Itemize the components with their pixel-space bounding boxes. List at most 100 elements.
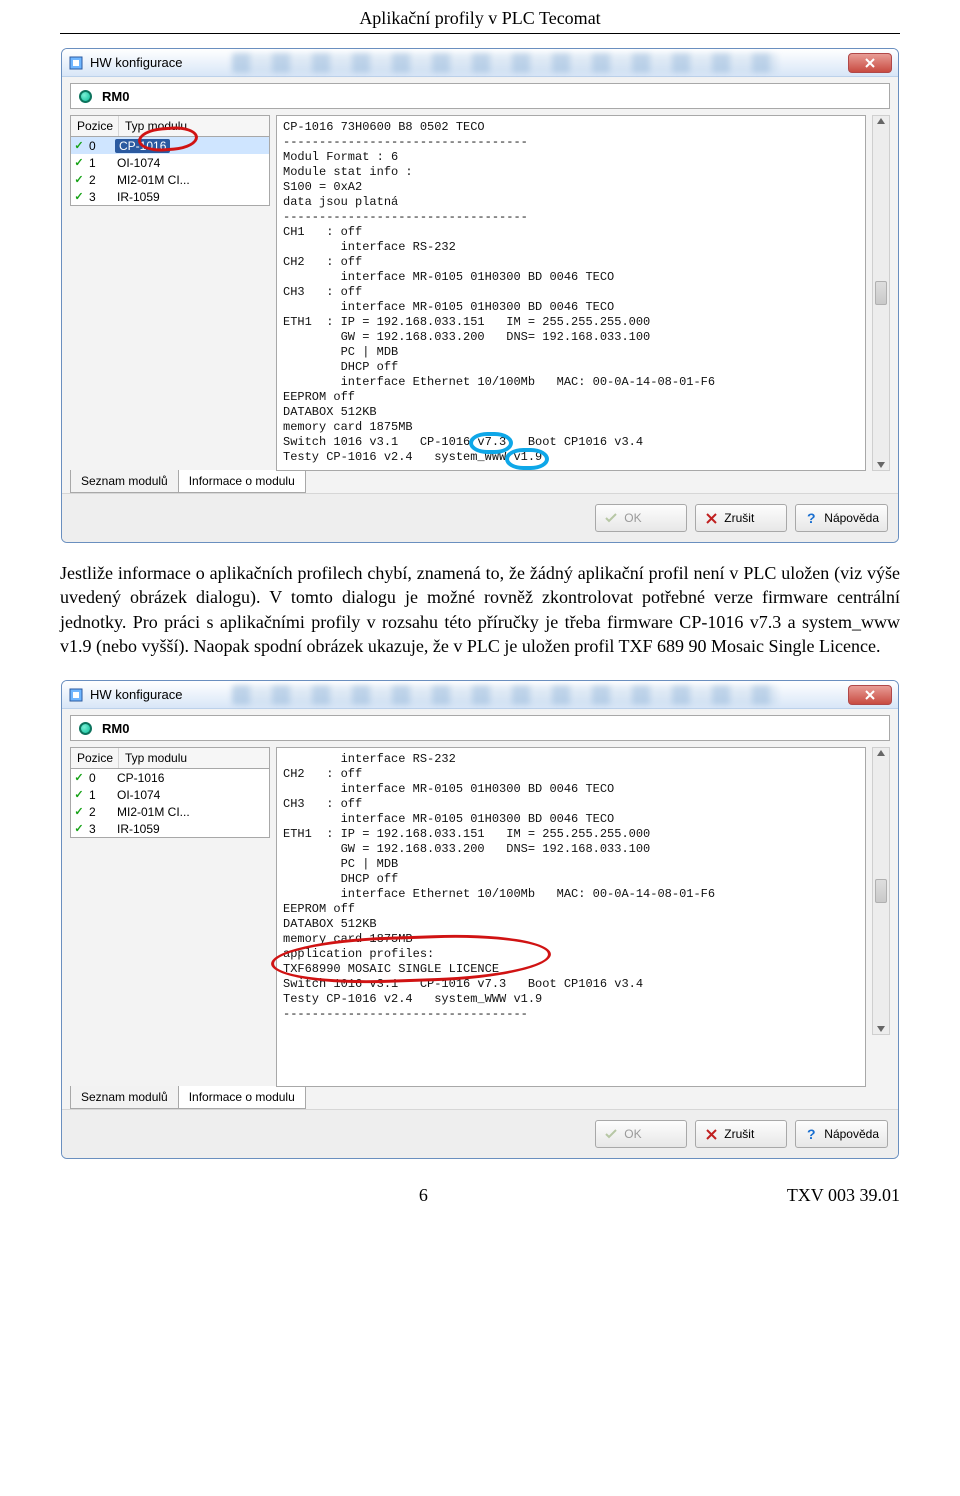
row-pos: 3 bbox=[85, 822, 115, 836]
module-row-3[interactable]: ✓ 3 IR-1059 bbox=[71, 820, 269, 837]
module-row-0[interactable]: ✓ 0 CP-1016 bbox=[71, 137, 269, 154]
check-icon: ✓ bbox=[73, 771, 85, 784]
ok-icon bbox=[604, 1127, 618, 1141]
rack-label: RM0 bbox=[102, 721, 129, 736]
row-mod: CP-1016 bbox=[115, 771, 164, 785]
module-row-1[interactable]: ✓ 1 OI-1074 bbox=[71, 786, 269, 803]
col-header-module: Typ modulu bbox=[119, 116, 193, 136]
annotation-circle-red bbox=[270, 931, 551, 987]
module-list[interactable]: Pozice Typ modulu ✓ 0 CP-1016 ✓ 1 OI-107… bbox=[70, 115, 270, 206]
ok-button[interactable]: OK bbox=[595, 1120, 687, 1148]
titlebar-blur bbox=[232, 53, 778, 73]
rack-bar: RM0 bbox=[70, 715, 890, 741]
page-number: 6 bbox=[419, 1185, 428, 1206]
row-pos: 1 bbox=[85, 156, 115, 170]
close-icon bbox=[865, 58, 875, 68]
scrollbar[interactable] bbox=[872, 115, 890, 471]
row-pos: 2 bbox=[85, 173, 115, 187]
row-mod: OI-1074 bbox=[115, 788, 160, 802]
module-row-0[interactable]: ✓ 0 CP-1016 bbox=[71, 769, 269, 786]
module-list[interactable]: Pozice Typ modulu ✓ 0 CP-1016 ✓ 1 OI-107… bbox=[70, 747, 270, 838]
cancel-button[interactable]: Zrušit bbox=[695, 504, 787, 532]
hw-config-dialog-1: HW konfigurace RM0 Pozice Typ modulu ✓ bbox=[61, 48, 899, 543]
rack-label: RM0 bbox=[102, 89, 129, 104]
row-pos: 1 bbox=[85, 788, 115, 802]
check-icon: ✓ bbox=[73, 190, 85, 203]
col-header-pos: Pozice bbox=[71, 116, 119, 136]
tab-module-list[interactable]: Seznam modulů bbox=[70, 1086, 179, 1109]
window-title: HW konfigurace bbox=[90, 55, 182, 70]
row-mod: MI2-01M CI... bbox=[115, 173, 190, 187]
scroll-up-icon[interactable] bbox=[877, 118, 885, 124]
module-row-1[interactable]: ✓ 1 OI-1074 bbox=[71, 154, 269, 171]
cancel-icon bbox=[704, 511, 718, 525]
scrollbar[interactable] bbox=[872, 747, 890, 1035]
row-pos: 2 bbox=[85, 805, 115, 819]
close-button[interactable] bbox=[848, 53, 892, 73]
row-mod: IR-1059 bbox=[115, 190, 160, 204]
check-icon: ✓ bbox=[73, 805, 85, 818]
col-header-module: Typ modulu bbox=[119, 748, 193, 768]
tabs: Seznam modulů Informace o modulu bbox=[70, 470, 890, 493]
row-pos: 3 bbox=[85, 190, 115, 204]
ok-label: OK bbox=[624, 1127, 641, 1141]
ok-icon bbox=[604, 511, 618, 525]
row-pos: 0 bbox=[85, 139, 115, 153]
module-info-text: interface RS-232 CH2 : off interface MR-… bbox=[276, 747, 866, 1087]
doc-header-rule bbox=[60, 33, 900, 34]
app-icon bbox=[68, 55, 84, 71]
module-row-2[interactable]: ✓ 2 MI2-01M CI... bbox=[71, 171, 269, 188]
check-icon: ✓ bbox=[73, 139, 85, 152]
close-button[interactable] bbox=[848, 685, 892, 705]
close-icon bbox=[865, 690, 875, 700]
annotation-circle-blue-1 bbox=[469, 432, 513, 454]
check-icon: ✓ bbox=[73, 822, 85, 835]
module-list-header: Pozice Typ modulu bbox=[71, 748, 269, 769]
row-mod: CP-1016 bbox=[115, 139, 170, 153]
hw-config-dialog-2: HW konfigurace RM0 Pozice Typ modulu ✓ bbox=[61, 680, 899, 1159]
titlebar: HW konfigurace bbox=[62, 49, 898, 77]
titlebar: HW konfigurace bbox=[62, 681, 898, 709]
cancel-button[interactable]: Zrušit bbox=[695, 1120, 787, 1148]
dialog-buttons: OK Zrušit ? Nápověda bbox=[62, 1109, 898, 1158]
help-icon: ? bbox=[804, 1127, 818, 1141]
module-row-2[interactable]: ✓ 2 MI2-01M CI... bbox=[71, 803, 269, 820]
row-pos: 0 bbox=[85, 771, 115, 785]
doc-header: Aplikační profily v PLC Tecomat bbox=[0, 0, 960, 33]
rack-status-icon bbox=[79, 90, 92, 103]
app-icon bbox=[68, 687, 84, 703]
cancel-icon bbox=[704, 1127, 718, 1141]
help-label: Nápověda bbox=[824, 1127, 879, 1141]
rack-bar: RM0 bbox=[70, 83, 890, 109]
ok-label: OK bbox=[624, 511, 641, 525]
ok-button[interactable]: OK bbox=[595, 504, 687, 532]
module-row-3[interactable]: ✓ 3 IR-1059 bbox=[71, 188, 269, 205]
window-title: HW konfigurace bbox=[90, 687, 182, 702]
tab-module-list[interactable]: Seznam modulů bbox=[70, 470, 179, 493]
scroll-thumb[interactable] bbox=[875, 879, 887, 903]
module-list-header: Pozice Typ modulu bbox=[71, 116, 269, 137]
titlebar-blur bbox=[232, 685, 778, 705]
dialog-buttons: OK Zrušit ? Nápověda bbox=[62, 493, 898, 542]
doc-id: TXV 003 39.01 bbox=[787, 1185, 900, 1206]
tab-module-info[interactable]: Informace o modulu bbox=[179, 1086, 306, 1109]
scroll-thumb[interactable] bbox=[875, 281, 887, 305]
tabs: Seznam modulů Informace o modulu bbox=[70, 1086, 890, 1109]
help-button[interactable]: ? Nápověda bbox=[795, 504, 888, 532]
help-icon: ? bbox=[804, 511, 818, 525]
scroll-up-icon[interactable] bbox=[877, 750, 885, 756]
help-button[interactable]: ? Nápověda bbox=[795, 1120, 888, 1148]
scroll-down-icon[interactable] bbox=[877, 1026, 885, 1032]
annotation-circle-blue-2 bbox=[505, 448, 549, 470]
rack-status-icon bbox=[79, 722, 92, 735]
scroll-down-icon[interactable] bbox=[877, 462, 885, 468]
help-label: Nápověda bbox=[824, 511, 879, 525]
check-icon: ✓ bbox=[73, 173, 85, 186]
check-icon: ✓ bbox=[73, 788, 85, 801]
cancel-label: Zrušit bbox=[724, 511, 754, 525]
cancel-label: Zrušit bbox=[724, 1127, 754, 1141]
module-info-text: CP-1016 73H0600 B8 0502 TECO -----------… bbox=[276, 115, 866, 471]
col-header-pos: Pozice bbox=[71, 748, 119, 768]
row-mod: MI2-01M CI... bbox=[115, 805, 190, 819]
check-icon: ✓ bbox=[73, 156, 85, 169]
